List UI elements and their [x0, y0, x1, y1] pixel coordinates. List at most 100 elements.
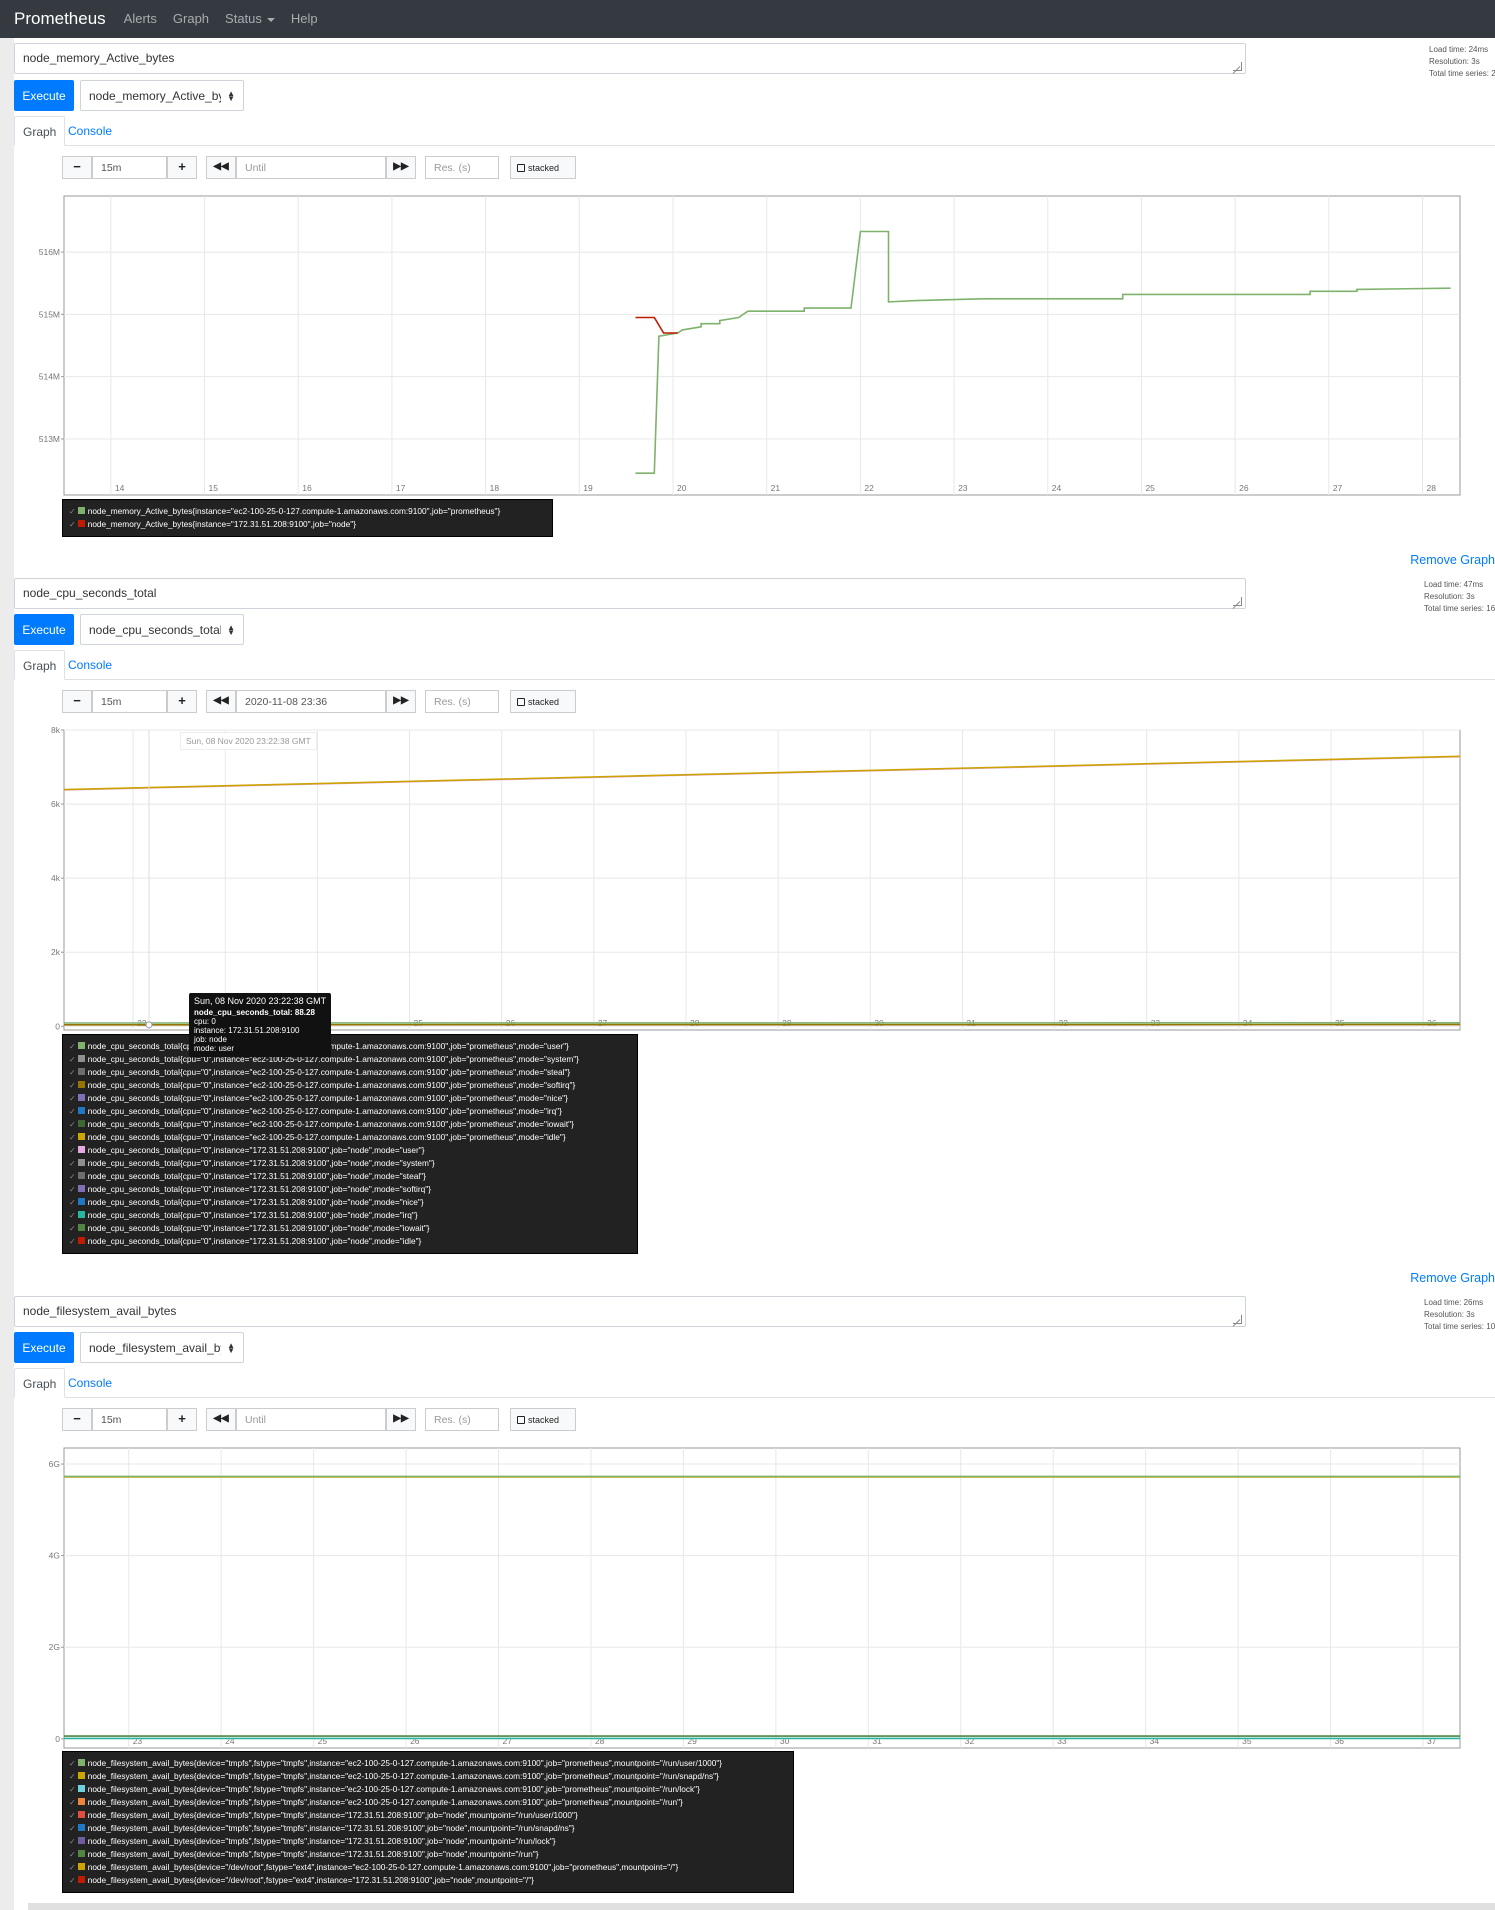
legend-item[interactable]: ✓ node_filesystem_avail_bytes{device="tmp…: [69, 1783, 787, 1796]
check-icon: ✓: [69, 1094, 76, 1103]
check-icon: ✓: [69, 1068, 76, 1077]
y-tick-label: 8k: [51, 725, 61, 735]
check-icon: ✓: [69, 1850, 76, 1859]
legend-label: node_cpu_seconds_total{cpu="0",instance=…: [87, 1184, 431, 1194]
hover-time-label: Sun, 08 Nov 2020 23:22:38 GMT: [180, 732, 317, 750]
check-icon: ✓: [69, 1785, 76, 1794]
x-tick-label: 15: [209, 483, 219, 493]
legend-label: node_cpu_seconds_total{cpu="0",instance=…: [87, 1197, 424, 1207]
legend-label: node_cpu_seconds_total{cpu="0",instance=…: [87, 1171, 426, 1181]
brand-logo[interactable]: Prometheus: [14, 0, 106, 38]
series-swatch: [77, 1172, 85, 1179]
legend-item[interactable]: ✓ node_filesystem_avail_bytes{device="tmp…: [69, 1835, 787, 1848]
horizontal-scrollbar[interactable]: [28, 1903, 1495, 1910]
left-margin: [0, 38, 14, 1910]
check-icon: ✓: [69, 1133, 76, 1142]
x-tick-label: 14: [115, 483, 125, 493]
legend-item[interactable]: ✓ node_cpu_seconds_total{cpu="0",instance…: [69, 1183, 631, 1196]
x-tick-label: 19: [583, 483, 593, 493]
check-icon: ✓: [69, 1837, 76, 1846]
legend-item[interactable]: ✓ node_cpu_seconds_total{cpu="0",instance…: [69, 1170, 631, 1183]
nav-graph[interactable]: Graph: [173, 0, 209, 38]
check-icon: ✓: [69, 1237, 76, 1246]
y-tick-label: 6G: [49, 1459, 60, 1469]
legend-label: node_filesystem_avail_bytes{device="tmpf…: [87, 1758, 723, 1768]
x-tick-label: 16: [302, 483, 312, 493]
legend-label: node_cpu_seconds_total{cpu="0",instance=…: [87, 1132, 566, 1142]
legend-label: node_filesystem_avail_bytes{device="tmpf…: [87, 1771, 719, 1781]
check-icon: ✓: [69, 1107, 76, 1116]
tooltip-value: node_cpu_seconds_total: 88.28: [194, 1008, 315, 1017]
legend-item[interactable]: ✓node_cpu_seconds_total{cpu="0",instance…: [69, 1053, 631, 1066]
legend-item[interactable]: ✓ node_filesystem_avail_bytes{device="tmp…: [69, 1796, 787, 1809]
x-tick-label: 32: [965, 1736, 975, 1746]
series-swatch: [77, 1785, 85, 1792]
legend-item[interactable]: ✓ node_filesystem_avail_bytes{device="tmp…: [69, 1848, 787, 1861]
check-icon: ✓: [69, 1798, 76, 1807]
legend-label: node_filesystem_avail_bytes{device="tmpf…: [87, 1849, 539, 1859]
legend-item[interactable]: ✓node_cpu_seconds_total{cpu="0",instance…: [69, 1222, 631, 1235]
tooltip-instance: instance: 172.31.51.208:9100: [194, 1026, 300, 1035]
hover-tooltip: Sun, 08 Nov 2020 23:22:38 GMT node_cpu_s…: [189, 993, 332, 1057]
nav-status-label: Status: [225, 11, 262, 26]
legend-label: node_cpu_seconds_total{cpu="0",instance=…: [87, 1093, 568, 1103]
x-tick-label: 28: [595, 1736, 605, 1746]
y-tick-label: 4G: [49, 1551, 60, 1561]
nav-help[interactable]: Help: [291, 0, 318, 38]
series-swatch: [77, 1055, 85, 1062]
legend-item[interactable]: ✓ node_cpu_seconds_total{cpu="0",instance…: [69, 1235, 631, 1248]
legend-item[interactable]: ✓ node_cpu_seconds_total{cpu="0",instance…: [69, 1131, 631, 1144]
plot-area: [63, 195, 1461, 496]
check-icon: ✓: [69, 1863, 76, 1872]
nav-alerts[interactable]: Alerts: [124, 0, 157, 38]
legend: ✓ node_cpu_seconds_total{cpu="0",instance…: [62, 1034, 638, 1254]
legend-item[interactable]: ✓node_cpu_seconds_total{cpu="0",instance…: [69, 1144, 631, 1157]
nav-status[interactable]: Status: [225, 0, 275, 38]
legend-item[interactable]: ✓ node_filesystem_avail_bytes{device="/de…: [69, 1874, 787, 1887]
legend-item[interactable]: ✓ node_memory_Active_bytes{instance="ec2-…: [69, 505, 546, 518]
plot-area: [63, 729, 1461, 1031]
y-tick-label: 0: [55, 1734, 60, 1744]
check-icon: ✓: [69, 1185, 76, 1194]
legend-item[interactable]: ✓ node_memory_Active_bytes{instance="172.…: [69, 518, 546, 531]
legend-item[interactable]: ✓node_cpu_seconds_total{cpu="0",instance…: [69, 1066, 631, 1079]
legend-item[interactable]: ✓node_cpu_seconds_total{cpu="0",instance…: [69, 1040, 631, 1053]
check-icon: ✓: [69, 1824, 76, 1833]
plot-area: [63, 1447, 1461, 1749]
legend-item[interactable]: ✓node_cpu_seconds_total{cpu="0",instance…: [69, 1079, 631, 1092]
legend-item[interactable]: ✓node_cpu_seconds_total{cpu="0",instance…: [69, 1118, 631, 1131]
legend-item[interactable]: ✓ node_cpu_seconds_total{cpu="0",instance…: [69, 1196, 631, 1209]
legend-item[interactable]: ✓ node_filesystem_avail_bytes{device="tmp…: [69, 1822, 787, 1835]
legend: ✓ node_memory_Active_bytes{instance="ec2-…: [62, 499, 553, 537]
legend-item[interactable]: ✓ node_filesystem_avail_bytes{device="/de…: [69, 1861, 787, 1874]
legend-label: node_filesystem_avail_bytes{device="tmpf…: [87, 1823, 575, 1833]
check-icon: ✓: [69, 1172, 76, 1181]
hover-point: [145, 1021, 153, 1029]
chevron-down-icon: [266, 17, 275, 22]
legend-item[interactable]: ✓node_cpu_seconds_total{cpu="0",instance…: [69, 1157, 631, 1170]
legend-label: node_filesystem_avail_bytes{device="tmpf…: [87, 1836, 556, 1846]
series-swatch: [77, 507, 85, 514]
legend-item[interactable]: ✓ node_cpu_seconds_total{cpu="0",instance…: [69, 1092, 631, 1105]
series-swatch: [77, 1811, 85, 1818]
legend-item[interactable]: ✓ node_filesystem_avail_bytes{device="tmp…: [69, 1770, 787, 1783]
legend-label: node_cpu_seconds_total{cpu="0",instance=…: [87, 1054, 579, 1064]
check-icon: ✓: [69, 1198, 76, 1207]
legend-item[interactable]: ✓ node_filesystem_avail_bytes{device="tmp…: [69, 1809, 787, 1822]
legend-label: node_cpu_seconds_total{cpu="0",instance=…: [87, 1236, 422, 1246]
tooltip-mode: mode: user: [194, 1044, 235, 1053]
legend-label: node_cpu_seconds_total{cpu="0",instance=…: [87, 1210, 418, 1220]
series-swatch: [77, 1237, 85, 1244]
check-icon: ✓: [69, 1081, 76, 1090]
legend-item[interactable]: ✓ node_cpu_seconds_total{cpu="0",instance…: [69, 1105, 631, 1118]
memory-chart[interactable]: 14 15 16 17 18 19 20 21 22 23 24 25 26 27 28 513M 514M 51…: [14, 38, 1495, 550]
legend-item[interactable]: ✓node_cpu_seconds_total{cpu="0",instance…: [69, 1209, 631, 1222]
x-tick-label: 36: [1335, 1736, 1345, 1746]
series-swatch: [77, 1120, 85, 1127]
legend-label: node_cpu_seconds_total{cpu="0",instance=…: [87, 1106, 562, 1116]
x-tick-label: 17: [396, 483, 406, 493]
series-swatch: [77, 1185, 85, 1192]
legend-item[interactable]: ✓ node_filesystem_avail_bytes{device="tmp…: [69, 1757, 787, 1770]
check-icon: ✓: [69, 1811, 76, 1820]
x-tick-label: 23: [958, 483, 968, 493]
